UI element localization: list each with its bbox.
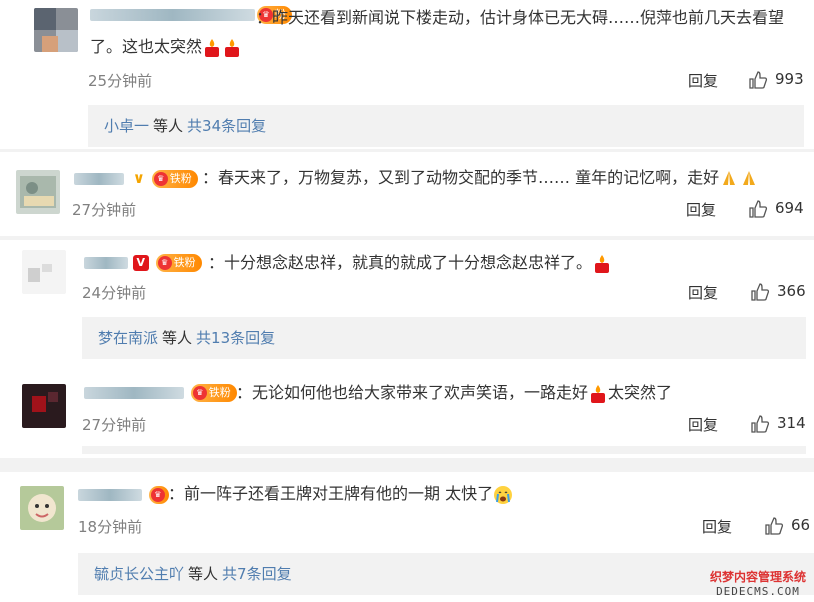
username[interactable]: ♛: [78, 484, 169, 504]
thumbs-up-icon[interactable]: [764, 516, 784, 536]
reply-count[interactable]: 共7条回复: [222, 565, 292, 583]
separator: [0, 458, 814, 472]
avatar[interactable]: [22, 384, 66, 428]
reply-mid: 等人: [188, 565, 219, 583]
username[interactable]: ∨ ♛ 铁粉: [74, 168, 198, 188]
watermark-line1: 织梦内容管理系统: [709, 570, 806, 584]
reply-mid: 等人: [153, 117, 184, 135]
thumbs-up-icon[interactable]: [750, 414, 770, 434]
like-count: 66: [791, 516, 811, 534]
comment-text: ：无论如何他也给大家带来了欢声笑语，一路走好 太突然了: [236, 383, 673, 403]
divider: [82, 446, 806, 454]
avatar[interactable]: [20, 486, 64, 530]
thumbs-up-icon[interactable]: [750, 282, 770, 302]
avatar[interactable]: [34, 8, 78, 52]
comment-card: ♛ ：前一阵子还看王牌对王牌有他的一期 太快了 18分钟前 回复 66 毓贞长公…: [0, 472, 814, 602]
vip-badge: V: [132, 254, 149, 271]
fan-badge: ♛: [148, 485, 169, 504]
timestamp: 27分钟前: [82, 416, 147, 434]
timestamp: 27分钟前: [72, 201, 137, 219]
reply-button[interactable]: 回复: [688, 414, 718, 435]
verified-icon: ∨: [132, 169, 145, 187]
reply-count[interactable]: 共13条回复: [196, 329, 275, 347]
comment-card: V ♛ 铁粉 ：十分想念赵忠祥，就真的就成了十分想念赵忠祥了。 24分钟前 回复 …: [0, 240, 814, 365]
watermark-line2: DEDECMS.COM: [716, 585, 800, 598]
reply-button[interactable]: 回复: [702, 516, 732, 537]
reply-button[interactable]: 回复: [688, 70, 718, 91]
pray-icon: [743, 170, 756, 185]
reply-summary[interactable]: 梦在南派 等人 共13条回复: [82, 317, 806, 359]
thumbs-up-icon[interactable]: [748, 199, 768, 219]
reply-user[interactable]: 梦在南派: [98, 329, 158, 347]
like-count: 314: [777, 414, 806, 432]
comment-card: ♛ 粉 ：昨天还看到新闻说下楼走动，估计身体已无大碍……倪萍也前几天去看望 了。这…: [0, 0, 814, 153]
comment-text: ：春天来了，万物复苏，又到了动物交配的季节…… 童年的记忆啊，走好: [202, 164, 759, 191]
comment-card: ∨ ♛ 铁粉 ：春天来了，万物复苏，又到了动物交配的季节…… 童年的记忆啊，走好 …: [0, 152, 814, 239]
comment-text: 了。这也太突然: [90, 33, 242, 60]
crying-face-icon: [494, 485, 513, 504]
reply-mid: 等人: [162, 329, 193, 347]
reply-button[interactable]: 回复: [686, 199, 716, 220]
username[interactable]: ♛ 铁粉: [84, 382, 237, 402]
avatar[interactable]: [22, 250, 66, 294]
reply-user[interactable]: 毓贞长公主吖: [94, 565, 184, 583]
fan-badge: ♛ 铁粉: [190, 383, 237, 402]
comment-card: ♛ 铁粉 ：无论如何他也给大家带来了欢声笑语，一路走好 太突然了 27分钟前 回复 …: [0, 364, 814, 456]
fan-badge: ♛ 铁粉: [155, 253, 202, 272]
watermark: 织梦内容管理系统 DEDECMS.COM: [708, 568, 808, 598]
timestamp: 18分钟前: [78, 518, 143, 536]
reply-summary[interactable]: 小卓一 等人 共34条回复: [88, 105, 804, 147]
comment-text: ：前一阵子还看王牌对王牌有他的一期 太快了: [168, 480, 513, 507]
thumbs-up-icon[interactable]: [748, 70, 768, 90]
like-count: 694: [775, 199, 804, 217]
timestamp: 25分钟前: [88, 72, 153, 90]
reply-count[interactable]: 共34条回复: [187, 117, 266, 135]
candle-icon: [205, 38, 220, 57]
like-count: 993: [775, 70, 804, 88]
username[interactable]: V ♛ 铁粉: [84, 252, 202, 272]
comment-text: ：昨天还看到新闻说下楼走动，估计身体已无大碍……倪萍也前几天去看望: [256, 8, 785, 27]
avatar[interactable]: [16, 170, 60, 214]
like-count: 366: [777, 282, 806, 300]
reply-button[interactable]: 回复: [688, 282, 718, 303]
timestamp: 24分钟前: [82, 284, 147, 302]
fan-badge: ♛ 铁粉: [151, 169, 198, 188]
pray-icon: [723, 170, 736, 185]
candle-icon: [591, 384, 606, 403]
reply-user[interactable]: 小卓一: [104, 117, 149, 135]
candle-icon: [595, 254, 610, 273]
reply-summary[interactable]: 毓贞长公主吖 等人 共7条回复: [78, 553, 814, 595]
candle-icon: [225, 38, 240, 57]
comment-text: ：十分想念赵忠祥，就真的就成了十分想念赵忠祥了。: [208, 249, 612, 276]
